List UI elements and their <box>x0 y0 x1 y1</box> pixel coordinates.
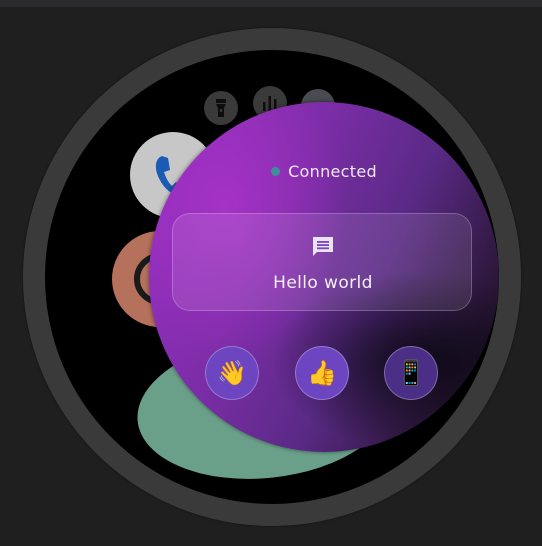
watch-screen: Connected Hello world 👋 👍 📱 <box>45 50 499 504</box>
message-icon <box>313 237 333 256</box>
wave-button[interactable]: 👋 <box>205 346 259 400</box>
flashlight-icon <box>216 99 226 117</box>
connection-panel: Connected Hello world 👋 👍 📱 <box>149 102 499 452</box>
status-dot-icon <box>271 167 281 176</box>
status-label: Connected <box>288 162 377 181</box>
thumbs-up-icon: 👍 <box>307 359 337 387</box>
message-text: Hello world <box>273 273 373 293</box>
connection-status: Connected <box>149 162 499 181</box>
wave-icon: 👋 <box>217 359 247 387</box>
phone-button[interactable]: 📱 <box>384 346 438 400</box>
message-card[interactable]: Hello world <box>172 213 472 311</box>
flashlight-tile[interactable] <box>204 91 238 125</box>
window-top-bar <box>0 0 542 7</box>
mobile-phone-icon: 📱 <box>396 359 426 387</box>
thumbs-up-button[interactable]: 👍 <box>295 346 349 400</box>
